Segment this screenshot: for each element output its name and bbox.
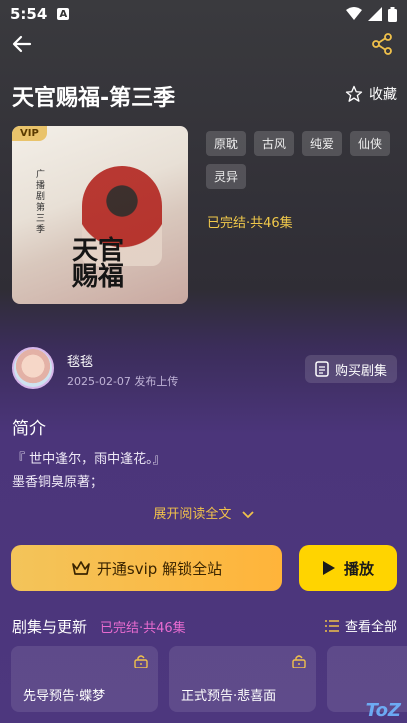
favorite-label: 收藏 bbox=[369, 87, 397, 103]
author-name[interactable]: 毯毯 bbox=[67, 351, 93, 370]
chevron-down-icon bbox=[241, 510, 254, 518]
cover-title-text: 天官 赐福 bbox=[72, 236, 125, 292]
episode-card[interactable]: 先导预告·蝶梦 bbox=[11, 646, 158, 712]
back-arrow-icon[interactable] bbox=[10, 32, 34, 56]
top-bar bbox=[0, 30, 407, 60]
lock-icon bbox=[292, 655, 306, 668]
star-icon bbox=[345, 85, 363, 102]
buy-episodes-label: 购买剧集 bbox=[334, 363, 387, 379]
author-row: 毯毯 2025-02-07 发布上传 购买剧集 bbox=[12, 347, 397, 393]
play-button[interactable]: 播放 bbox=[299, 545, 397, 591]
episode-card[interactable]: 正式预告·悲喜面 bbox=[169, 646, 316, 712]
tag[interactable]: 原耽 bbox=[206, 131, 247, 156]
share-icon[interactable] bbox=[371, 33, 393, 55]
expand-label: 展开阅读全文 bbox=[153, 507, 232, 522]
view-all-label: 查看全部 bbox=[344, 620, 397, 635]
notification-icon: A bbox=[57, 8, 70, 20]
episode-label: 先导预告·蝶梦 bbox=[23, 689, 106, 704]
play-label: 播放 bbox=[343, 559, 374, 578]
tag[interactable]: 灵异 bbox=[206, 164, 247, 189]
list-icon bbox=[324, 619, 339, 632]
upload-date: 2025-02-07 发布上传 bbox=[67, 375, 179, 388]
status-bar: 5:54 A bbox=[0, 0, 407, 28]
wifi-icon bbox=[346, 7, 362, 20]
cover-side-text: 广 播 剧 第 三 季 bbox=[36, 170, 46, 235]
signal-icon bbox=[368, 7, 382, 21]
tag[interactable]: 仙侠 bbox=[350, 131, 391, 156]
episodes-title: 剧集与更新 bbox=[12, 618, 88, 636]
view-all-button[interactable]: 查看全部 bbox=[324, 616, 397, 635]
status-left: 5:54 A bbox=[10, 5, 70, 23]
open-svip-label: 开通svip 解锁全站 bbox=[96, 559, 223, 578]
episode-list: 先导预告·蝶梦 正式预告·悲喜面 bbox=[11, 646, 407, 712]
expand-text-button[interactable]: 展开阅读全文 bbox=[0, 503, 407, 522]
play-icon bbox=[322, 561, 335, 575]
open-svip-button[interactable]: 开通svip 解锁全站 bbox=[11, 545, 282, 591]
page-title: 天官赐福-第三季 bbox=[12, 86, 176, 111]
lock-icon bbox=[134, 655, 148, 668]
crown-icon bbox=[72, 561, 90, 575]
intro-text: 『 世中逢尔，雨中逢花。』 bbox=[12, 452, 166, 467]
avatar[interactable] bbox=[12, 347, 54, 389]
page: 5:54 A 天官赐福-第三季 收藏 VIP 广 播 剧 第 三 季 天官 赐福… bbox=[0, 0, 407, 723]
status-time: 5:54 bbox=[10, 5, 48, 23]
tag[interactable]: 古风 bbox=[254, 131, 295, 156]
episode-label: 正式预告·悲喜面 bbox=[181, 689, 277, 704]
intro-title: 简介 bbox=[12, 419, 46, 439]
battery-icon bbox=[388, 6, 397, 22]
tag-list: 原耽 古风 纯爱 仙侠 灵异 bbox=[206, 131, 396, 189]
watermark-logo: ToZ bbox=[365, 700, 401, 721]
tag[interactable]: 纯爱 bbox=[302, 131, 343, 156]
buy-episodes-button[interactable]: 购买剧集 bbox=[304, 355, 397, 383]
completion-status: 已完结·共46集 bbox=[207, 216, 293, 231]
document-icon bbox=[315, 361, 329, 377]
episodes-status: 已完结·共46集 bbox=[100, 621, 186, 636]
vip-badge: VIP bbox=[12, 126, 47, 141]
episodes-header: 剧集与更新 已完结·共46集 查看全部 bbox=[12, 616, 397, 636]
status-right bbox=[346, 6, 397, 22]
intro-text: 墨香铜臭原著； bbox=[12, 475, 104, 490]
cover-image[interactable]: VIP 广 播 剧 第 三 季 天官 赐福 bbox=[12, 126, 188, 304]
favorite-button[interactable]: 收藏 bbox=[345, 84, 397, 104]
